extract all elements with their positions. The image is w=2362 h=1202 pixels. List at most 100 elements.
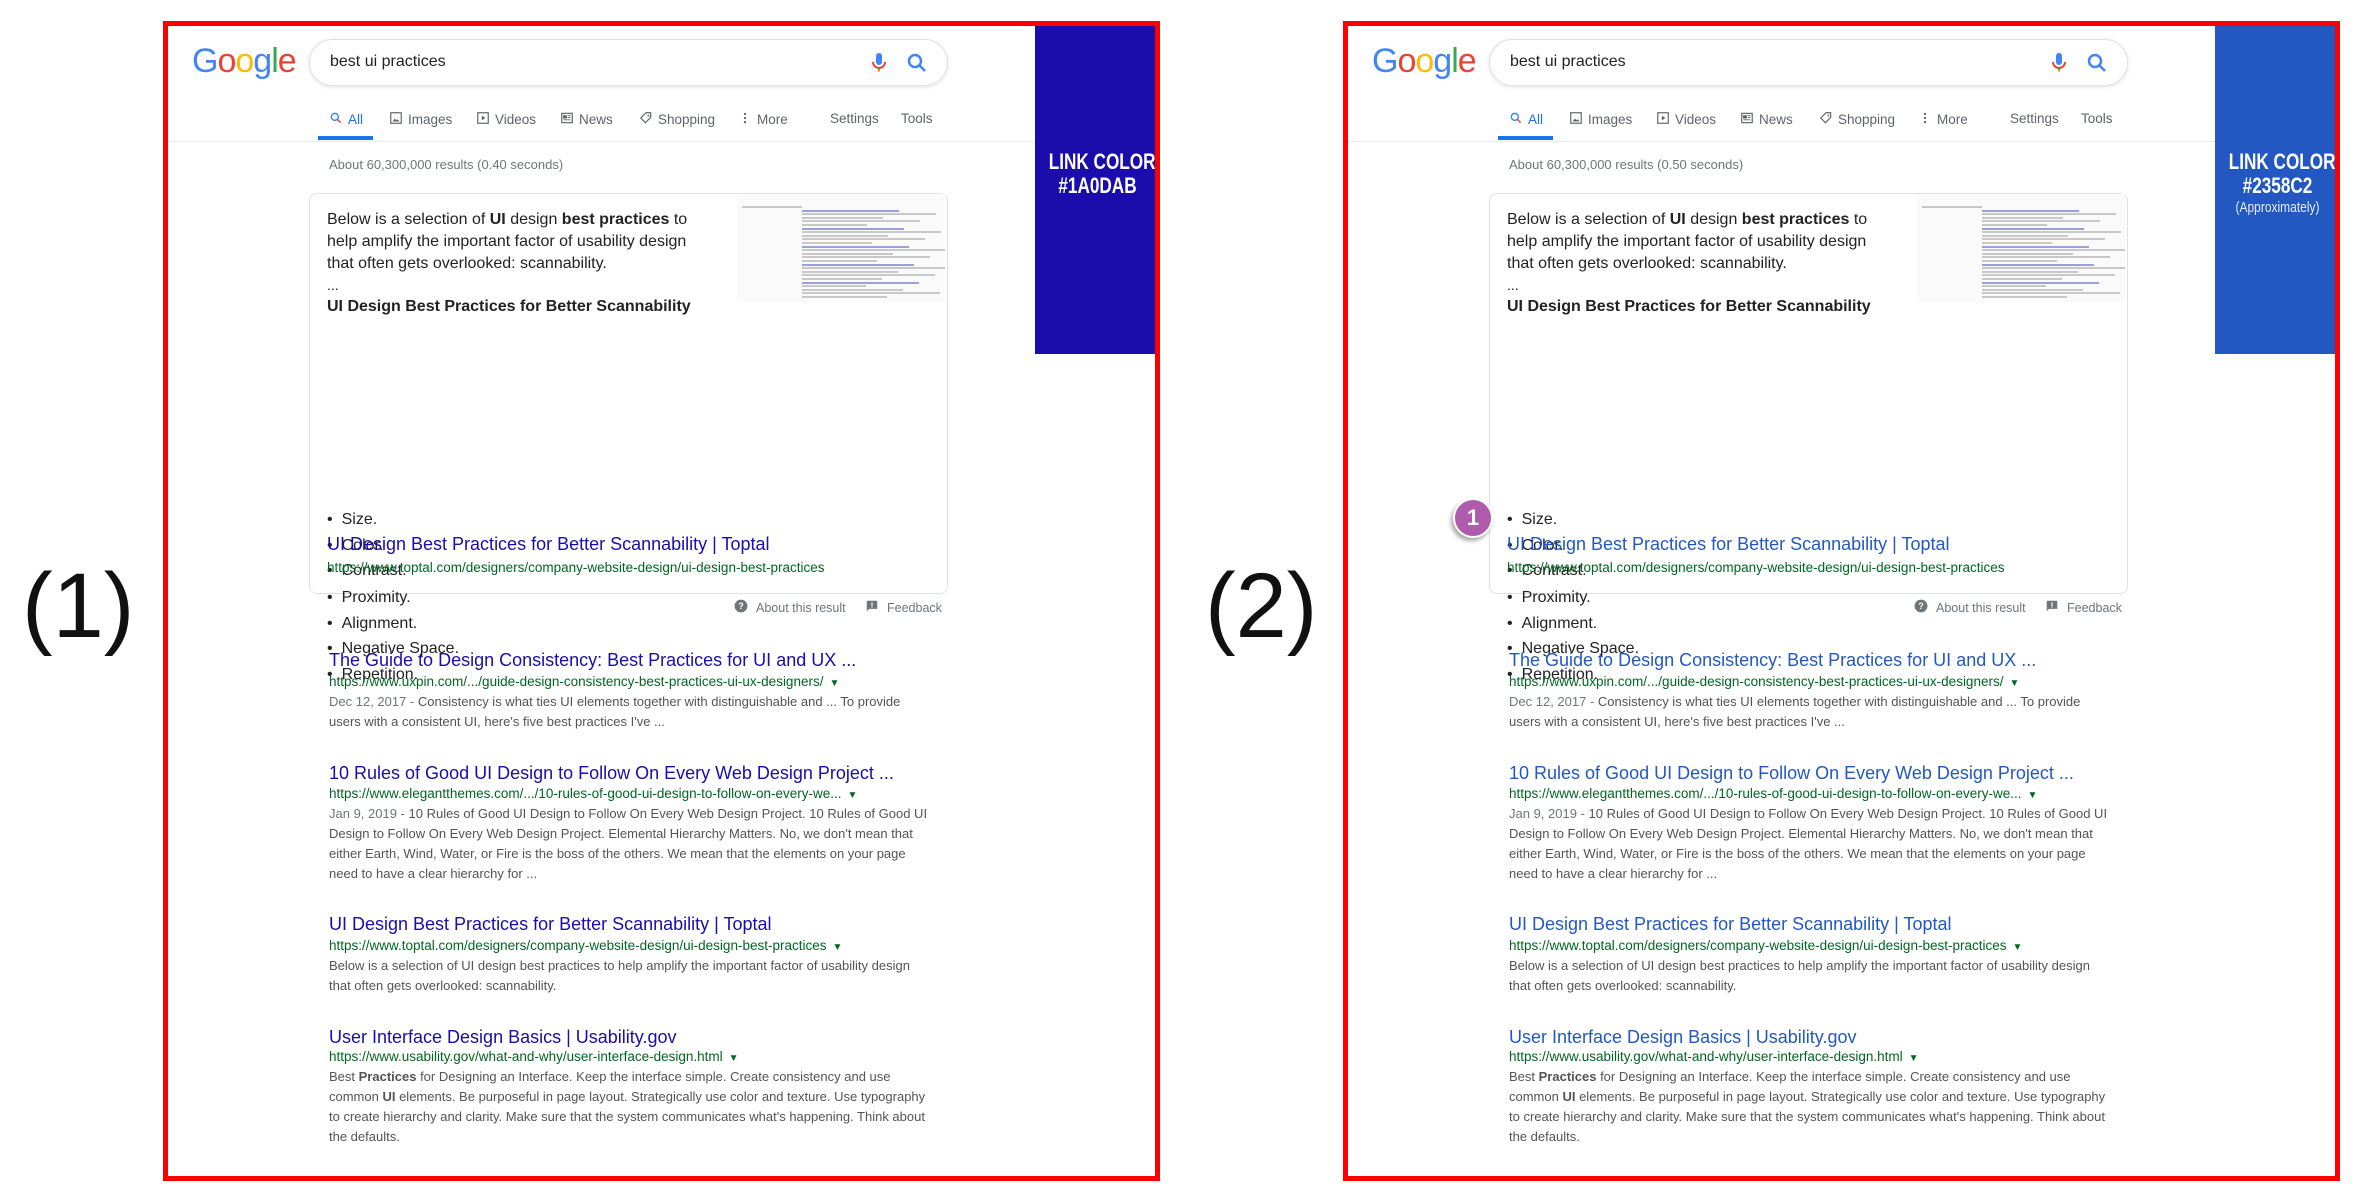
result-url[interactable]: https://www.elegantthemes.com/.../10-rul… — [1509, 786, 2037, 801]
snippet-text: Practices — [358, 1069, 417, 1084]
google-logo[interactable]: Google — [1372, 42, 1477, 81]
search-input[interactable]: best ui practices — [309, 39, 948, 86]
news-icon — [560, 111, 574, 128]
bullet-item: Proximity. — [1507, 589, 1591, 607]
search-input[interactable]: best ui practices — [1489, 39, 2128, 86]
tab-videos[interactable]: Videos — [1656, 111, 1716, 128]
result-url[interactable]: https://www.uxpin.com/.../guide-design-c… — [329, 674, 839, 689]
snippet-text: best practices — [1741, 211, 1850, 228]
logo-letter: G — [1372, 42, 1398, 80]
tab-label: All — [348, 112, 364, 127]
result-title-link[interactable]: 10 Rules of Good UI Design to Follow On … — [329, 763, 894, 784]
dropdown-caret-icon[interactable]: ▼ — [832, 942, 842, 953]
search-icon[interactable] — [905, 51, 929, 75]
dropdown-caret-icon[interactable]: ▼ — [729, 1053, 739, 1064]
result-title-link[interactable]: 10 Rules of Good UI Design to Follow On … — [1509, 763, 2074, 784]
tag-icon — [639, 111, 653, 128]
active-tab-indicator — [1498, 136, 1553, 140]
tab-news[interactable]: News — [560, 111, 613, 128]
tab-label: Videos — [1675, 112, 1717, 127]
logo-letter: o — [235, 42, 254, 80]
dropdown-caret-icon[interactable]: ▼ — [2012, 942, 2022, 953]
search-query[interactable]: best ui practices — [330, 53, 446, 71]
about-this-result-button[interactable]: ? About this result — [1914, 599, 2026, 616]
tab-images[interactable]: Images — [389, 111, 452, 128]
featured-result-link[interactable]: UI Design Best Practices for Better Scan… — [1507, 534, 1950, 555]
microphone-icon[interactable] — [2047, 51, 2071, 75]
more-vertical-icon — [738, 111, 752, 128]
feedback-button[interactable]: Feedback — [865, 599, 942, 616]
result-title-link[interactable]: A List of UX/UI Best Practices for Websi… — [329, 1179, 793, 1181]
feedback-icon — [2045, 599, 2059, 616]
featured-result-url[interactable]: https://www.toptal.com/designers/company… — [1507, 560, 2004, 575]
video-icon — [476, 111, 490, 128]
tab-tools[interactable]: Tools — [901, 111, 933, 126]
tab-tools[interactable]: Tools — [2081, 111, 2113, 126]
featured-snippet-thumbnail[interactable] — [1917, 194, 2125, 302]
swatch-title: LINK COLOR — [1048, 149, 1156, 174]
google-logo[interactable]: Google — [192, 42, 297, 81]
tab-videos[interactable]: Videos — [476, 111, 536, 128]
dropdown-caret-icon[interactable]: ▼ — [829, 678, 839, 689]
dropdown-caret-icon[interactable]: ▼ — [1909, 1053, 1919, 1064]
result-snippet: Below is a selection of UI design best p… — [329, 956, 929, 996]
snippet-text: design — [505, 211, 562, 228]
tab-shopping[interactable]: Shopping — [639, 111, 715, 128]
tab-label: Tools — [901, 111, 933, 126]
result-url[interactable]: https://www.toptal.com/designers/company… — [329, 938, 842, 953]
tab-news[interactable]: News — [1740, 111, 1793, 128]
dropdown-caret-icon[interactable]: ▼ — [2027, 790, 2037, 801]
result-url[interactable]: https://www.elegantthemes.com/.../10-rul… — [329, 786, 857, 801]
result-stats: About 60,300,000 results (0.50 seconds) — [1509, 157, 1744, 172]
featured-result-url[interactable]: https://www.toptal.com/designers/company… — [327, 560, 824, 575]
result-url[interactable]: https://www.toptal.com/designers/company… — [1509, 938, 2022, 953]
logo-letter: g — [1433, 42, 1452, 80]
featured-snippet-thumbnail[interactable] — [737, 194, 945, 302]
dropdown-caret-icon[interactable]: ▼ — [847, 790, 857, 801]
result-title-link[interactable]: User Interface Design Basics | Usability… — [329, 1027, 676, 1048]
tab-label: More — [1937, 112, 1968, 127]
header-divider — [168, 141, 1038, 142]
about-this-result-button[interactable]: ? About this result — [734, 599, 846, 616]
tab-label: Shopping — [658, 112, 716, 127]
search-query[interactable]: best ui practices — [1510, 53, 1626, 71]
logo-letter: e — [277, 42, 297, 80]
search-icon[interactable] — [2085, 51, 2109, 75]
dropdown-caret-icon[interactable]: ▼ — [2009, 678, 2019, 689]
snippet-text: Below is a selection of UI design best p… — [1509, 958, 2090, 993]
tab-settings[interactable]: Settings — [830, 111, 879, 126]
result-title-link[interactable]: UI Design Best Practices for Better Scan… — [329, 914, 772, 935]
panel-label: (2) — [1205, 555, 1318, 657]
result-date: Jan 9, 2019 - — [1509, 806, 1589, 821]
result-title-link[interactable]: A List of UX/UI Best Practices for Websi… — [1509, 1179, 1973, 1181]
tab-shopping[interactable]: Shopping — [1819, 111, 1895, 128]
tab-all[interactable]: All — [329, 111, 363, 128]
tab-more[interactable]: More — [738, 111, 788, 128]
search-icon — [1509, 111, 1523, 128]
svg-text:?: ? — [1918, 601, 1923, 611]
result-title-link[interactable]: The Guide to Design Consistency: Best Pr… — [1509, 650, 2036, 671]
result-url[interactable]: https://www.uxpin.com/.../guide-design-c… — [1509, 674, 2019, 689]
featured-snippet-heading: UI Design Best Practices for Better Scan… — [1507, 298, 1871, 315]
feedback-button[interactable]: Feedback — [2045, 599, 2122, 616]
tab-more[interactable]: More — [1918, 111, 1968, 128]
result-title-link[interactable]: UI Design Best Practices for Better Scan… — [1509, 914, 1952, 935]
snippet-text: Practices — [1538, 1069, 1597, 1084]
tab-images[interactable]: Images — [1569, 111, 1632, 128]
swatch-color-code: #1A0DAB — [1058, 173, 1137, 198]
tab-label: More — [757, 112, 788, 127]
result-title-link[interactable]: User Interface Design Basics | Usability… — [1509, 1027, 1856, 1048]
featured-result-link[interactable]: UI Design Best Practices for Better Scan… — [327, 534, 770, 555]
result-title-link[interactable]: The Guide to Design Consistency: Best Pr… — [329, 650, 856, 671]
logo-letter: g — [253, 42, 272, 80]
swatch-color-code: #2358C2 — [2242, 173, 2313, 198]
tab-settings[interactable]: Settings — [2010, 111, 2059, 126]
snippet-text: 10 Rules of Good UI Design to Follow On … — [1509, 806, 2108, 881]
featured-snippet-text: Below is a selection of UI design best p… — [1507, 209, 1887, 275]
result-url[interactable]: https://www.usability.gov/what-and-why/u… — [329, 1049, 739, 1064]
serp-panel: Google best ui practices All Images Videos Ne… — [163, 21, 1160, 1181]
result-url[interactable]: https://www.usability.gov/what-and-why/u… — [1509, 1049, 1919, 1064]
tag-icon — [1819, 111, 1833, 128]
tab-all[interactable]: All — [1509, 111, 1543, 128]
microphone-icon[interactable] — [867, 51, 891, 75]
